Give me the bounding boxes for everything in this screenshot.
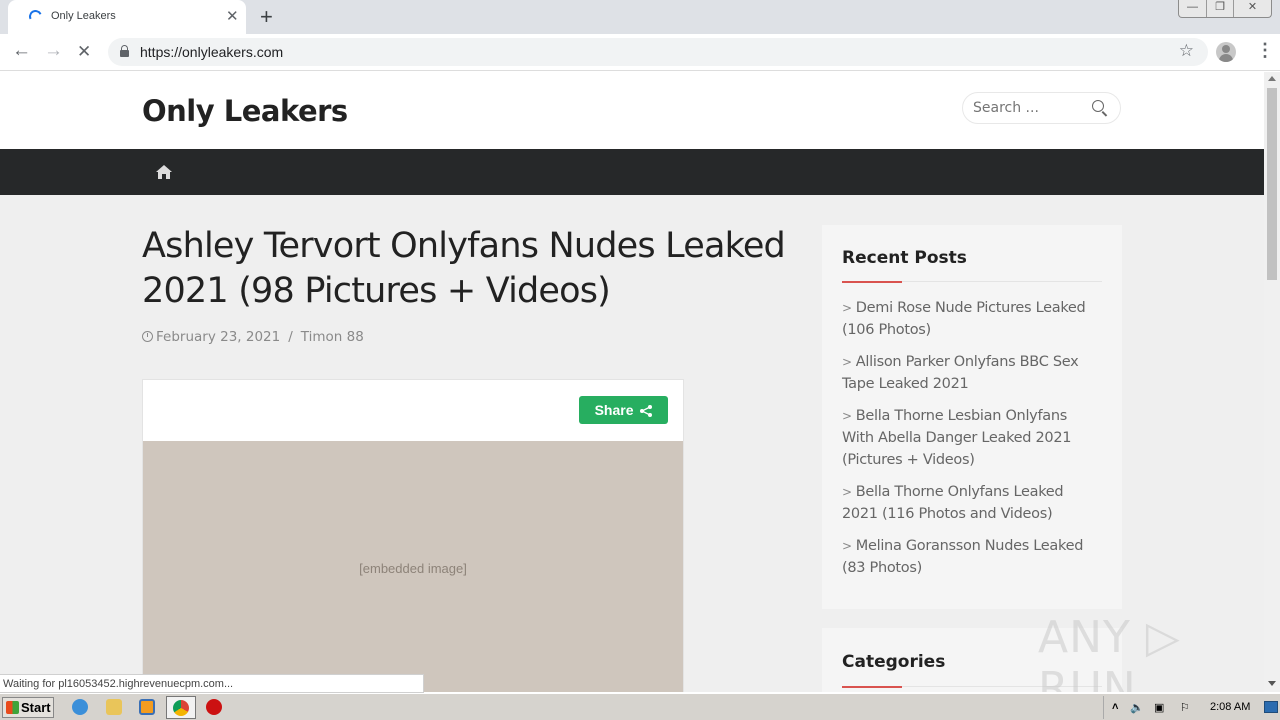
browser-menu-icon[interactable]: ⋮ [1256,40,1274,61]
url-text[interactable]: https://onlyleakers.com [140,44,283,60]
browser-tab-strip: Only Leakers ✕ + — ❐ ✕ [0,0,1280,34]
post-media-card: Share [embedded image] [142,379,684,692]
media-player-icon[interactable] [139,699,155,715]
scroll-up-arrow-icon[interactable] [1268,76,1276,81]
recent-post-link[interactable]: > Allison Parker Onlyfans BBC Sex Tape Le… [842,351,1102,395]
anyrun-watermark: ANY ▷ RUN [1038,612,1181,692]
site-header: Only Leakers [0,72,1264,149]
recent-post-label: Melina Goransson Nudes Leaked (83 Photos… [842,538,1084,576]
action-center-flag-icon[interactable]: ⚐ [1180,701,1190,714]
chrome-taskbar-button[interactable] [166,696,196,719]
profile-avatar-icon[interactable] [1216,42,1236,62]
main-navbar [0,149,1264,195]
chevron-right-icon: > [842,301,852,315]
stop-loading-button[interactable]: ✕ [77,42,91,62]
page-viewport: Only Leakers Ashley Tervort Onlyfans Nud… [0,72,1264,692]
network-warning-icon[interactable]: ▣ [1154,701,1164,714]
recent-posts-list: > Demi Rose Nude Pictures Leaked (106 Pho… [842,297,1102,589]
vertical-scrollbar[interactable] [1264,72,1280,692]
clock-icon [142,331,153,342]
recent-post-link[interactable]: > Demi Rose Nude Pictures Leaked (106 Pho… [842,297,1102,341]
taskbar-clock[interactable]: 2:08 AM [1210,701,1250,713]
tray-expand-icon[interactable]: ˄ [1112,701,1118,713]
opera-icon[interactable] [206,699,222,715]
recent-posts-widget: Recent Posts > Demi Rose Nude Pictures Le… [822,225,1122,609]
start-label: Start [21,700,51,715]
chevron-right-icon: > [842,539,852,553]
internet-explorer-icon[interactable] [72,699,88,715]
close-window-button[interactable]: ✕ [1233,0,1271,17]
windows-logo-icon [6,701,19,714]
start-button[interactable]: Start [2,697,54,718]
chevron-right-icon: > [842,355,852,369]
window-controls: — ❐ ✕ [1178,0,1272,18]
back-button[interactable]: ← [12,40,31,62]
search-input[interactable] [973,100,1083,116]
windows-taskbar: Start ˄ 🔈 ▣ ⚐ 2:08 AM [0,693,1280,720]
forward-button[interactable]: → [44,40,63,62]
meta-separator: / [288,329,293,345]
browser-toolbar: ← → ✕ https://onlyleakers.com ☆ ⋮ [0,34,1280,71]
post-meta: February 23, 2021 / Timon 88 [142,329,364,345]
heading-divider [842,281,1102,283]
show-desktop-icon[interactable] [1264,701,1278,713]
scrollbar-thumb[interactable] [1267,88,1277,280]
recent-post-link[interactable]: > Bella Thorne Onlyfans Leaked 2021 (116 … [842,481,1102,525]
share-button[interactable]: Share [579,396,668,424]
scroll-down-arrow-icon[interactable] [1268,681,1276,686]
address-bar[interactable]: https://onlyleakers.com ☆ [108,38,1208,66]
search-icon[interactable] [1092,100,1104,112]
chevron-right-icon: > [842,485,852,499]
recent-post-link[interactable]: > Bella Thorne Lesbian Onlyfans With Abel… [842,405,1102,471]
post-date[interactable]: February 23, 2021 [156,329,280,345]
new-tab-button[interactable]: + [260,4,273,30]
post-image-label: [embedded image] [359,561,467,576]
tab-close-icon[interactable]: ✕ [226,7,239,25]
recent-post-label: Allison Parker Onlyfans BBC Sex Tape Lea… [842,354,1079,392]
site-title[interactable]: Only Leakers [142,94,348,128]
browser-tab[interactable]: Only Leakers ✕ [8,0,246,34]
tab-title: Only Leakers [51,10,116,22]
minimize-button[interactable]: — [1179,0,1206,17]
post-title: Ashley Tervort Onlyfans Nudes Leaked 202… [142,226,786,311]
chevron-right-icon: > [842,409,852,423]
recent-post-label: Bella Thorne Lesbian Onlyfans With Abell… [842,408,1072,468]
recent-posts-heading: Recent Posts [842,248,967,268]
post-image[interactable]: [embedded image] [143,441,683,692]
search-box [962,92,1121,124]
recent-post-label: Bella Thorne Onlyfans Leaked 2021 (116 P… [842,484,1064,522]
recent-post-link[interactable]: > Melina Goransson Nudes Leaked (83 Photo… [842,535,1102,579]
post-author[interactable]: Timon 88 [301,329,364,345]
system-tray: ˄ 🔈 ▣ ⚐ 2:08 AM [1103,696,1280,719]
loading-spinner-icon [27,8,44,25]
file-explorer-icon[interactable] [106,699,122,715]
browser-status-bubble: Waiting for pl16053452.highrevenuecpm.co… [0,674,424,693]
restore-button[interactable]: ❐ [1206,0,1233,17]
share-icon [640,405,653,417]
bookmark-star-icon[interactable]: ☆ [1179,41,1194,61]
volume-icon[interactable]: 🔈 [1130,701,1144,714]
lock-icon [120,45,129,57]
categories-heading: Categories [842,652,946,672]
share-label: Share [594,402,634,418]
recent-post-label: Demi Rose Nude Pictures Leaked (106 Phot… [842,300,1086,338]
chrome-icon [173,700,189,716]
home-icon[interactable] [155,163,173,181]
